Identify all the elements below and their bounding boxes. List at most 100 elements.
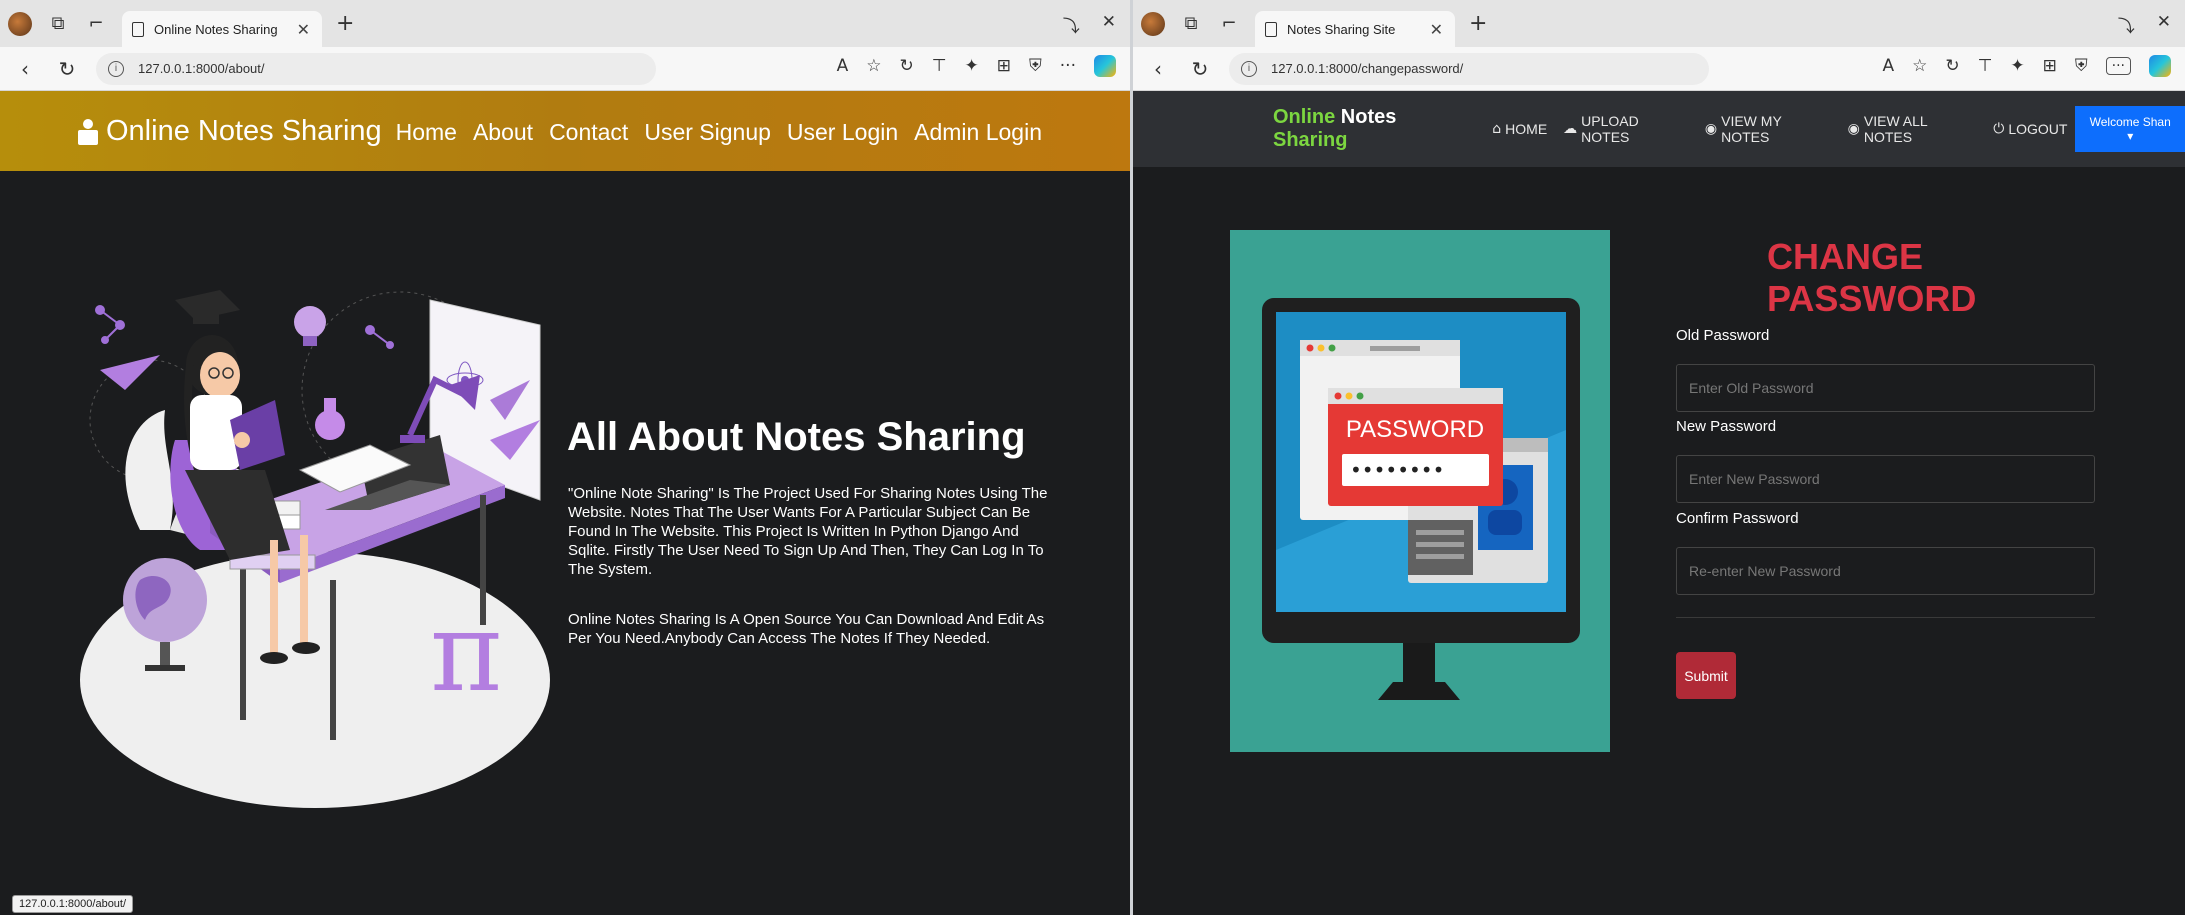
info-icon[interactable]: i (1241, 60, 1257, 77)
copilot-icon[interactable] (2149, 55, 2171, 77)
read-aloud-icon[interactable]: A (1882, 56, 1894, 76)
upload-icon: ☁ (1563, 121, 1578, 137)
reader-icon (78, 118, 98, 145)
svg-text:π: π (430, 588, 502, 716)
power-icon: ⏻ (1993, 121, 2005, 137)
brand-text: Online Notes Sharing (106, 115, 382, 147)
favorite-icon[interactable]: ☆ (866, 56, 881, 76)
nav-view-my-notes[interactable]: ◉ VIEW MY NOTES (1705, 113, 1832, 145)
old-password-label: Old Password (1676, 327, 1770, 344)
about-paragraph-2: Online Notes Sharing Is A Open Source Yo… (568, 611, 1045, 647)
nav-user-login[interactable]: User Login (787, 119, 898, 146)
shield-icon[interactable]: ⛨ (2075, 56, 2088, 76)
minimize-icon[interactable]: ⤵ (1063, 12, 1080, 37)
nav-contact[interactable]: Contact (549, 119, 628, 146)
new-password-input[interactable] (1676, 455, 2095, 503)
nav-home[interactable]: ⌂ HOME (1492, 121, 1547, 137)
desktop: ⧉ ⌐ Online Notes Sharing ✕ + ⤵ ✕ ‹ ↻ i 1… (0, 0, 2185, 915)
user-dropdown-button[interactable]: Welcome Shan ▾ (2075, 106, 2185, 152)
main-nav: ⌂ HOME ☁ UPLOAD NOTES ◉ VIEW MY NOTES ◉ VIEW… (1492, 113, 2067, 145)
illustration-password-dots: •••••••• (1350, 458, 1444, 482)
shield-icon[interactable]: ⛨ (1029, 56, 1042, 76)
new-tab-button[interactable]: + (1469, 11, 1487, 36)
browser-window-left: ⧉ ⌐ Online Notes Sharing ✕ + ⤵ ✕ ‹ ↻ i 1… (0, 0, 1130, 915)
nav-logout[interactable]: ⏻ LOGOUT (1993, 121, 2067, 137)
read-aloud-icon[interactable]: A (837, 56, 849, 76)
tab-active[interactable]: Online Notes Sharing ✕ (122, 11, 322, 47)
about-paragraph-1: "Online Note Sharing" Is The Project Use… (568, 485, 1048, 578)
nav-view-all-notes[interactable]: ◉ VIEW ALL NOTES (1848, 113, 1978, 145)
site-header: Online Notes Sharing Home About Contact … (0, 91, 1130, 171)
tab-active[interactable]: Notes Sharing Site ✕ (1255, 11, 1455, 47)
back-icon[interactable]: ‹ (1145, 57, 1171, 81)
url-field[interactable]: i 127.0.0.1:8000/about/ (96, 52, 656, 85)
confirm-password-input[interactable] (1676, 547, 2095, 595)
split-icon[interactable]: ⊤ (1978, 56, 1993, 76)
form-divider (1676, 617, 2095, 618)
back-icon[interactable]: ‹ (12, 57, 38, 81)
nav-label: VIEW MY NOTES (1721, 113, 1782, 145)
nav-label: LOGOUT (2008, 121, 2068, 137)
nav-label: UPLOAD NOTES (1581, 113, 1639, 145)
profile-avatar[interactable] (1141, 11, 1165, 36)
info-icon[interactable]: i (108, 60, 124, 77)
eye-icon: ◉ (1847, 121, 1860, 137)
browser-window-right: ⧉ ⌐ Notes Sharing Site ✕ + ⤵ ✕ ‹ ↻ i 127… (1133, 0, 2185, 915)
site-brand[interactable]: Online Notes Sharing (78, 115, 382, 148)
nav-label: VIEW ALL NOTES (1863, 113, 1928, 145)
brand-text-2: Notes (1340, 106, 1397, 128)
workspaces-icon[interactable]: ⧉ (1179, 12, 1203, 36)
workspaces-icon[interactable]: ⧉ (46, 12, 70, 36)
illustration-password-label: PASSWORD (1346, 416, 1484, 443)
minimize-icon[interactable]: ⤵ (2118, 12, 2135, 37)
tab-strip: ⧉ ⌐ Online Notes Sharing ✕ + ⤵ ✕ (0, 0, 1130, 47)
nav-upload-notes[interactable]: ☁ UPLOAD NOTES (1563, 113, 1689, 145)
close-window-icon[interactable]: ✕ (1102, 12, 1116, 37)
about-title: All About Notes Sharing (567, 415, 1026, 459)
brand-text-1: Online (1273, 106, 1336, 128)
site-brand[interactable]: Online Notes Sharing (1273, 106, 1474, 152)
tab-title: Online Notes Sharing (154, 21, 278, 37)
eye-icon: ◉ (1704, 121, 1718, 137)
split-icon[interactable]: ⊤ (932, 56, 947, 76)
new-tab-button[interactable]: + (336, 11, 354, 36)
profile-avatar[interactable] (8, 11, 32, 36)
main-nav: Home About Contact User Signup User Logi… (396, 119, 1042, 146)
close-icon[interactable]: ✕ (1430, 20, 1443, 39)
page-icon (132, 21, 144, 37)
status-bar-url: 127.0.0.1:8000/about/ (12, 895, 134, 913)
nav-about[interactable]: About (473, 119, 533, 146)
collections-icon[interactable]: ⊞ (997, 56, 1011, 76)
more-icon[interactable]: ··· (1060, 56, 1076, 76)
extensions-icon[interactable]: ✦ (965, 56, 979, 76)
nav-home[interactable]: Home (396, 119, 457, 146)
close-icon[interactable]: ✕ (297, 20, 310, 39)
refresh-icon[interactable]: ↻ (1187, 57, 1213, 81)
submit-button[interactable]: Submit (1676, 652, 1736, 699)
site-header: Online Notes Sharing ⌂ HOME ☁ UPLOAD NOTES… (1133, 91, 2185, 167)
collections-icon[interactable]: ⊞ (2043, 56, 2057, 76)
tab-strip: ⧉ ⌐ Notes Sharing Site ✕ + ⤵ ✕ (1133, 0, 2185, 47)
nav-admin-login[interactable]: Admin Login (914, 119, 1042, 146)
page-title: CHANGE PASSWORD (1767, 236, 1977, 319)
close-window-icon[interactable]: ✕ (2157, 12, 2171, 37)
tab-actions-icon[interactable]: ⌐ (84, 12, 108, 36)
nav-user-signup[interactable]: User Signup (644, 119, 771, 146)
address-bar: ‹ ↻ i 127.0.0.1:8000/changepassword/ A ☆… (1133, 47, 2185, 91)
tab-title: Notes Sharing Site (1287, 21, 1396, 37)
old-password-input[interactable] (1676, 364, 2095, 412)
page-icon (1265, 21, 1277, 37)
address-bar: ‹ ↻ i 127.0.0.1:8000/about/ A ☆ ↻ ⊤ ✦ ⊞ … (0, 47, 1130, 91)
refresh-page-icon[interactable]: ↻ (1945, 56, 1959, 76)
url-text: 127.0.0.1:8000/changepassword/ (1271, 61, 1464, 76)
refresh-page-icon[interactable]: ↻ (899, 56, 913, 76)
copilot-icon[interactable] (1094, 55, 1116, 77)
refresh-icon[interactable]: ↻ (54, 57, 80, 81)
extensions-icon[interactable]: ✦ (2010, 56, 2024, 76)
url-text: 127.0.0.1:8000/about/ (138, 61, 265, 76)
url-field[interactable]: i 127.0.0.1:8000/changepassword/ (1229, 52, 1709, 85)
favorite-icon[interactable]: ☆ (1912, 56, 1927, 76)
tab-actions-icon[interactable]: ⌐ (1217, 12, 1241, 36)
password-illustration: PASSWORD •••••••• (1230, 230, 1610, 752)
more-icon[interactable]: ··· (2105, 57, 2131, 75)
